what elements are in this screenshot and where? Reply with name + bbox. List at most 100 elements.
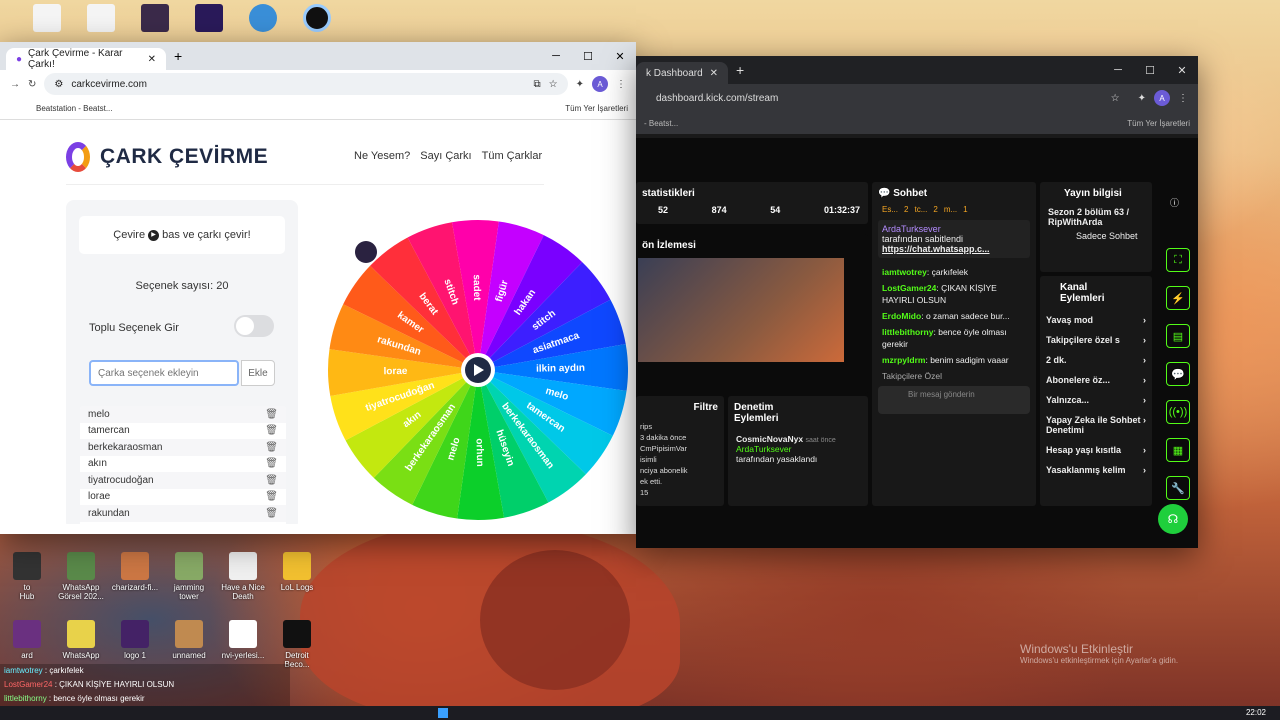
star-icon[interactable]: ☆ [549, 79, 558, 90]
desktop-icon[interactable]: to Hub [0, 552, 54, 612]
pinned-link[interactable]: https://chat.whatsapp.c... [882, 244, 990, 254]
desktop-icon-image [229, 620, 257, 648]
menu-icon[interactable]: ⋮ [616, 79, 626, 90]
bookmark-beatstation[interactable]: - Beatst... [644, 119, 678, 128]
desktop-icon[interactable]: LoL Logs [270, 552, 324, 612]
delete-option-icon[interactable]: 🗑 [265, 409, 278, 420]
chat-tab-item[interactable]: 1 [963, 205, 967, 214]
nav-link[interactable]: Tüm Çarklar [482, 150, 543, 162]
sidebar-button-1[interactable]: ⛶ [1166, 248, 1190, 272]
pinned-message: ArdaTurksever tarafından sabitlendi http… [878, 220, 1030, 258]
minimize-icon[interactable]: ─ [540, 50, 572, 63]
forward-icon[interactable]: → [10, 79, 20, 90]
all-bookmarks[interactable]: Tüm Yer İşaretleri [1127, 119, 1190, 128]
channel-action-label: Takipçilere özel s [1046, 335, 1120, 345]
chat-username[interactable]: mzrpyldrm [882, 355, 925, 365]
chat-username[interactable]: LostGamer24 [882, 283, 936, 293]
new-tab-icon[interactable]: + [174, 48, 182, 64]
spin-wheel[interactable]: sadet figür hakan stitch asiatmaca ilkin aydı… [326, 212, 628, 524]
desktop-icon[interactable]: jamming tower [162, 552, 216, 612]
overlay-user: LostGamer24 [4, 680, 53, 689]
nav-link[interactable]: Ne Yesem? [354, 150, 410, 162]
add-option-button[interactable]: Ekle [241, 360, 275, 386]
channel-action-label: 2 dk. [1046, 355, 1067, 365]
sidebar-button-5[interactable]: ((•)) [1166, 400, 1190, 424]
reload-icon[interactable]: ↻ [28, 79, 36, 90]
bookmark-beatstation[interactable]: Beatstation - Beatst... [36, 104, 112, 113]
desktop-icon[interactable]: WhatsApp Görsel 202... [54, 552, 108, 612]
all-bookmarks[interactable]: Tüm Yer İşaretleri [565, 104, 628, 113]
channel-action-item[interactable]: Yapay Zeka ile Sohbet Denetimi › [1040, 410, 1152, 440]
delete-option-icon[interactable]: 🗑 [265, 425, 278, 436]
maximize-icon[interactable]: ☐ [572, 50, 604, 63]
delete-option-icon[interactable]: 🗑 [265, 458, 278, 469]
chat-tab-item[interactable]: m... [944, 205, 957, 214]
delete-option-icon[interactable]: 🗑 [265, 475, 278, 486]
channel-action-item[interactable]: 2 dk. › [1040, 350, 1152, 370]
chat-tabs[interactable]: Es... 2 tc... 2 m... 1 [872, 205, 1036, 214]
info-icon[interactable]: ⓘ [1170, 196, 1179, 209]
option-label: berkekaraosman [88, 441, 163, 453]
help-button[interactable]: ☊ [1158, 504, 1188, 534]
bulk-input-toggle[interactable] [234, 315, 274, 337]
site-info-icon[interactable]: ⚙ [54, 79, 63, 90]
url-box[interactable]: dashboard.kick.com/stream ☆ [646, 87, 1130, 109]
profile-avatar[interactable]: A [1154, 90, 1170, 106]
profile-avatar[interactable]: A [592, 76, 608, 92]
chat-username[interactable]: littlebithorny [882, 327, 933, 337]
stream-info-card: Yayın bilgisi Sezon 2 bölüm 63 / RipWith… [1040, 182, 1152, 272]
sidebar-button-4[interactable]: 💬 [1166, 362, 1190, 386]
wrench-icon[interactable]: 🔧 [1166, 476, 1190, 500]
stats-values: 52 874 54 01:32:37 [636, 205, 868, 215]
stream-preview[interactable] [638, 258, 844, 362]
sidebar-button-3[interactable]: ▤ [1166, 324, 1190, 348]
chat-tab-item[interactable]: Es... [882, 205, 898, 214]
chat-tab-item[interactable]: 2 [904, 205, 908, 214]
chat-username[interactable]: iamtwotrey [882, 267, 927, 277]
channel-action-item[interactable]: Takipçilere özel s › [1040, 330, 1152, 350]
tab-active[interactable]: ● Çark Çevirme - Karar Çarkı! ✕ [6, 48, 166, 70]
chat-input[interactable]: Bir mesaj gönderin [878, 386, 1030, 414]
events-filter[interactable]: Filtre [636, 396, 724, 419]
close-window-icon[interactable]: ✕ [1166, 64, 1198, 77]
sidebar-button-2[interactable]: ⚡ [1166, 286, 1190, 310]
option-input[interactable] [89, 360, 239, 386]
delete-option-icon[interactable]: 🗑 [265, 508, 278, 519]
extensions-icon[interactable]: ✦ [576, 79, 584, 90]
delete-option-icon[interactable]: 🗑 [265, 491, 278, 502]
star-icon[interactable]: ☆ [1111, 93, 1120, 104]
desktop-icon[interactable]: charizard-fi... [108, 552, 162, 612]
close-window-icon[interactable]: ✕ [604, 50, 636, 63]
clock[interactable]: 22:02 [1246, 708, 1266, 717]
minimize-icon[interactable]: ─ [1102, 64, 1134, 77]
desktop-icon[interactable]: Have a Nice Death [216, 552, 270, 612]
desktop-icon-label: logo 1 [124, 651, 146, 660]
stream-title: Sezon 2 bölüm 63 / RipWithArda [1048, 207, 1130, 227]
menu-icon[interactable]: ⋮ [1178, 93, 1188, 104]
close-tab-icon[interactable]: ✕ [148, 54, 156, 65]
maximize-icon[interactable]: ☐ [1134, 64, 1166, 77]
site-logo[interactable]: ÇARK ÇEVİRME [66, 142, 268, 172]
start-icon[interactable] [438, 708, 448, 718]
tab-active[interactable]: k Dashboard ✕ [636, 62, 728, 84]
channel-action-item[interactable]: Yavaş mod › [1040, 310, 1152, 330]
install-icon[interactable]: ⧉ [534, 79, 541, 90]
bookmarks-bar: - Beatst... Tüm Yer İşaretleri [636, 112, 1198, 134]
sidebar-button-6[interactable]: ▦ [1166, 438, 1190, 462]
close-tab-icon[interactable]: ✕ [710, 68, 718, 79]
channel-action-item[interactable]: Yasaklanmış kelim › [1040, 460, 1152, 480]
nav-link[interactable]: Sayı Çarkı [420, 150, 471, 162]
delete-option-icon[interactable]: 🗑 [265, 442, 278, 453]
chat-tab-item[interactable]: 2 [933, 205, 937, 214]
chat-username[interactable]: ErdoMido [882, 311, 921, 321]
extensions-icon[interactable]: ✦ [1138, 93, 1146, 104]
channel-action-item[interactable]: Yalnızca... › [1040, 390, 1152, 410]
chevron-right-icon: › [1143, 335, 1146, 345]
new-tab-icon[interactable]: + [736, 62, 744, 78]
url-box[interactable]: ⚙ carkcevirme.com ⧉ ☆ [44, 73, 568, 95]
tab-title: k Dashboard [646, 67, 703, 79]
wheel-svg[interactable]: sadet figür hakanstitchasiatmacailkin aydı… [326, 212, 628, 524]
channel-action-item[interactable]: Abonelere öz... › [1040, 370, 1152, 390]
chat-tab-item[interactable]: tc... [914, 205, 927, 214]
channel-action-item[interactable]: Hesap yaşı kısıtla › [1040, 440, 1152, 460]
